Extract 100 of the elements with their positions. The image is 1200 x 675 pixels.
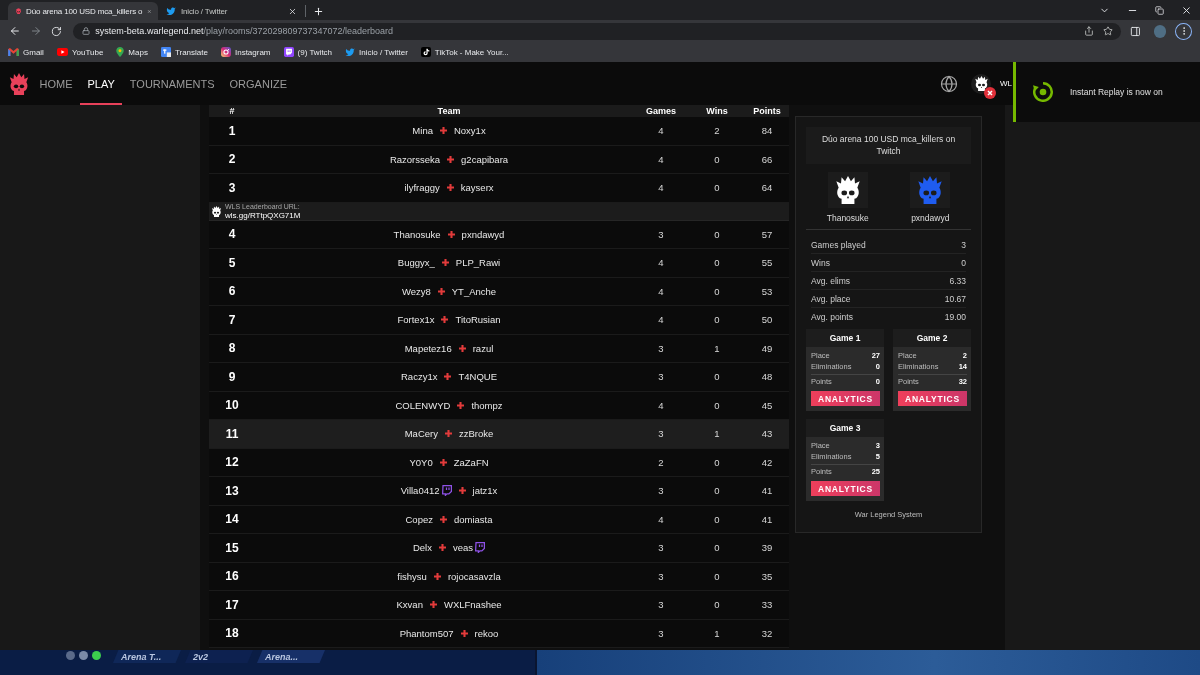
side-panel-icon[interactable] [1129,25,1141,37]
table-row[interactable]: 16 fishysu rojocasavzla 3 0 35 [209,562,789,591]
analytics-button[interactable]: ANALYTICS [811,481,880,496]
table-row[interactable]: 14 Copez domiasta 4 0 41 [209,505,789,534]
address-bar[interactable]: system-beta.warlegend.net/play/rooms/372029809737347072/leaderboard [73,22,1121,40]
table-row[interactable]: 13 Villa0412 jatz1x 3 0 41 [209,477,789,506]
player-name: jatz1x [472,485,498,497]
table-row[interactable]: 8 Mapetez16 razul 3 1 49 [209,334,789,363]
table-row[interactable]: 1 Mina Noxy1x 4 2 84 [209,117,789,146]
game-tab[interactable]: Arena... [257,650,325,663]
rank-number: 14 [225,512,239,527]
nav-tab[interactable]: ORGANIZE [222,62,295,105]
bookmark-link[interactable]: YouTube [56,47,104,57]
table-cell: 41 [761,485,773,497]
speech-bubble-icon[interactable] [475,542,486,554]
player-name: ilyfraggy [404,182,440,194]
table-cell: 32 [761,627,773,639]
play-icon [56,48,68,56]
tab-title: Dúo arena 100 USD mca_killers o [26,6,143,16]
browser-tab[interactable]: Dúo arena 100 USD mca_killers o [8,2,158,20]
table-row[interactable]: 9 Raczy1x T4NQUE 3 0 48 [209,363,789,392]
table-cell: 42 [761,456,773,468]
table-cell: 3 [658,228,664,240]
bookmark-link[interactable]: Inicio / Twitter [345,47,408,57]
skull-icon [973,76,989,91]
player-name: Villa0412 [400,485,440,497]
table-cell: 57 [761,228,773,240]
table-row[interactable]: 12 Y0Y0 ZaZaFN 2 0 42 [209,448,789,477]
table-cell: 2 [658,456,664,468]
table-cell: 49 [761,342,773,354]
table-row[interactable]: 15 Delx veas 3 0 39 [209,534,789,563]
bookmark-link[interactable]: TikTok - Make Your... [420,47,509,57]
column-header: Games [646,106,676,116]
player-name: Thanosuke [826,213,869,223]
bookmark-link[interactable]: Instagram [220,47,271,57]
close-icon[interactable] [1181,5,1192,16]
player-name: YT_Anche [451,285,497,297]
leaderboard-link[interactable]: wls.gg/RTtpQXG71M [225,210,301,220]
table-row[interactable]: 10 COLENWYD thompz 4 0 45 [209,391,789,420]
player-name: Thanosuke [393,228,441,240]
player-name: Buggyx_ [397,257,435,269]
table-cell: 3 [658,599,664,611]
player-name: razul [472,342,494,354]
table-row[interactable]: 18 Phantom507 rekoo 3 1 32 [209,619,789,648]
plus-icon [439,127,447,135]
plus-icon [437,287,445,295]
game-title: Game 2 [893,329,971,347]
plus-icon [433,572,441,580]
restore-icon[interactable] [1155,6,1164,15]
analytics-button[interactable]: ANALYTICS [898,391,967,406]
player-name: pxndawyd [911,213,950,223]
plus-icon [446,184,454,192]
table-row[interactable]: 7 Fortex1x TitoRusian 4 0 50 [209,306,789,335]
game-tab[interactable]: Arena T... [113,650,181,663]
analytics-button[interactable]: ANALYTICS [811,391,880,406]
game-tab[interactable]: 2v2 [185,650,253,663]
table-row[interactable]: 11 MaCery zzBroke 3 1 43 [209,420,789,449]
globe-icon[interactable] [940,74,958,93]
tab-title: Inicio / Twitter [181,6,229,16]
column-header: Points [753,106,781,116]
bird-icon [345,47,356,57]
bookmark-link[interactable]: Translate [160,47,208,57]
chat-icon [283,47,294,57]
table-cell: 1 [714,428,720,440]
table-cell: 48 [761,371,773,383]
speech-bubble-icon[interactable] [441,485,452,497]
share-icon[interactable] [1083,26,1094,36]
table-cell: 35 [761,570,773,582]
reload-icon[interactable] [50,25,62,37]
stat-label: Avg. elims [811,275,851,286]
table-row[interactable]: 2 Razorsseka g2capibara 4 0 66 [209,145,789,174]
bookmark-link[interactable]: Gmail [8,47,44,57]
rank-number: 4 [228,227,236,242]
new-tab-icon[interactable] [313,6,324,17]
player-name: Mina [412,125,433,137]
bookmark-link[interactable]: (9) Twitch [283,47,333,57]
nav-tab[interactable]: HOME [32,62,80,105]
player-name: ZaZaFN [453,456,489,468]
browser-tab[interactable]: Inicio / Twitter [158,2,303,20]
rank-number: 15 [225,540,239,555]
bookmark-link[interactable]: Maps [116,47,148,57]
star-icon[interactable] [1102,26,1113,36]
avatar-button[interactable] [971,73,991,94]
rank-number: 2 [228,152,236,167]
close-icon[interactable] [288,6,297,16]
table-row[interactable]: 3 ilyfraggy kayserx 4 0 64 [209,174,789,203]
table-cell: 3 [658,627,664,639]
table-row[interactable]: 4 Thanosuke pxndawyd 3 0 57 [209,220,789,249]
table-cell: 0 [714,371,720,383]
nav-tab[interactable]: TOURNAMENTS [122,62,223,105]
table-row[interactable]: 6 Wezy8 YT_Anche 4 0 53 [209,277,789,306]
player-name: Delx [412,542,432,554]
player-name: g2capibara [461,153,509,165]
back-icon[interactable] [9,25,21,37]
player-name: rojocasavzla [447,570,501,582]
rank-number: 3 [228,180,236,195]
table-row[interactable]: 17 Kxvan WXLFnashee 3 0 33 [209,591,789,620]
lock-icon[interactable] [82,27,91,35]
rank-number: 16 [225,569,239,584]
table-row[interactable]: 5 Buggyx_ PLP_Rawi 4 0 55 [209,249,789,278]
